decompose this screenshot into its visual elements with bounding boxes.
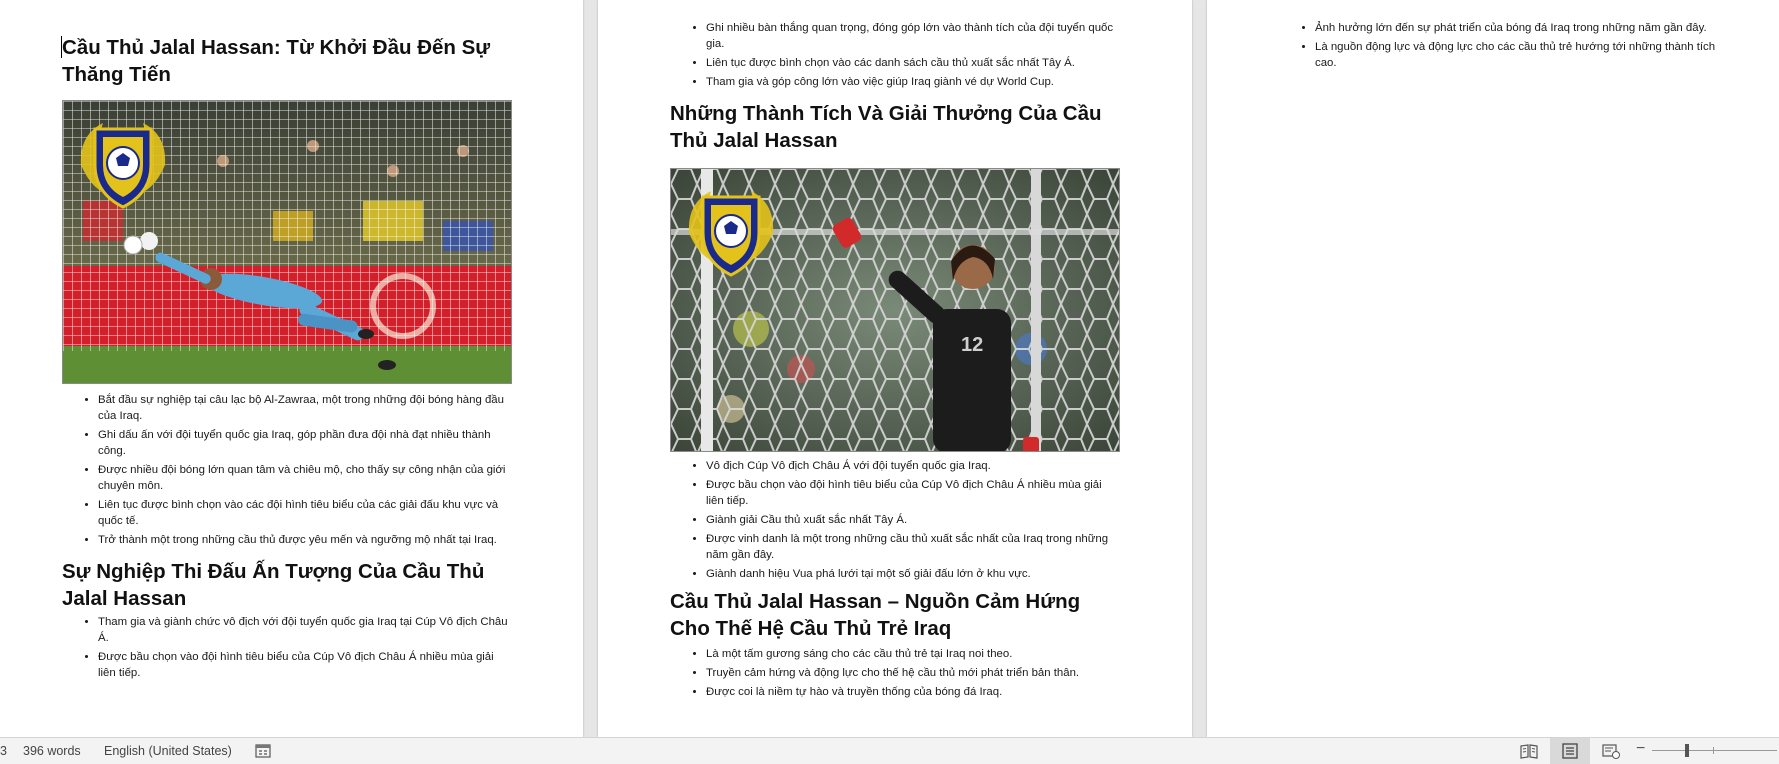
list-item[interactable]: Ảnh hưởng lớn đến sự phát triển của bóng…: [1315, 20, 1719, 36]
list-item[interactable]: Được vinh danh là một trong những cầu th…: [706, 531, 1120, 563]
crest-watermark-icon: [80, 123, 166, 209]
read-mode-icon[interactable]: [1519, 742, 1539, 760]
list-item[interactable]: Vô địch Cúp Vô địch Châu Á với đội tuyển…: [706, 458, 1120, 474]
list-item[interactable]: Được nhiều đội bóng lớn quan tâm và chiê…: [98, 462, 512, 494]
document-page-1[interactable]: Cầu Thủ Jalal Hassan: Từ Khởi Đầu Đến Sự…: [0, 0, 583, 737]
status-bar: 3 396 words English (United States) −: [0, 737, 1779, 764]
document-page-3[interactable]: Ảnh hưởng lớn đến sự phát triển của bóng…: [1207, 0, 1779, 737]
list-item[interactable]: Ghi dấu ấn với đội tuyển quốc gia Iraq, …: [98, 427, 512, 459]
print-layout-button[interactable]: [1550, 738, 1590, 764]
heading-achievements[interactable]: Những Thành Tích Và Giải Thưởng Của Cầu …: [670, 100, 1120, 154]
achievements-list: Vô địch Cúp Vô địch Châu Á với đội tuyển…: [670, 458, 1120, 582]
word-count[interactable]: 396 words: [23, 744, 81, 758]
page-2-content: Ghi nhiều bàn thắng quan trọng, đóng góp…: [670, 20, 1120, 703]
list-item[interactable]: Bắt đầu sự nghiệp tại câu lạc bộ Al-Zawr…: [98, 392, 512, 424]
print-layout-icon: [1562, 743, 1578, 759]
heading-inspiration[interactable]: Cầu Thủ Jalal Hassan – Nguồn Cảm Hứng Ch…: [670, 588, 1120, 642]
zoom-slider-tick: [1713, 747, 1714, 754]
jersey-number: 12: [961, 334, 983, 356]
heading-impressive-career[interactable]: Sự Nghiệp Thi Đấu Ấn Tượng Của Cầu Thủ J…: [62, 558, 512, 612]
page-1-content: Cầu Thủ Jalal Hassan: Từ Khởi Đầu Đến Sự…: [62, 34, 512, 684]
page-indicator[interactable]: 3: [0, 744, 7, 758]
list-item[interactable]: Truyền cảm hứng và động lực cho thế hệ c…: [706, 665, 1120, 681]
crest-watermark-icon: [688, 191, 774, 277]
zoom-slider-thumb[interactable]: [1685, 744, 1689, 757]
inspiration-list: Là một tấm gương sáng cho các cầu thủ tr…: [670, 646, 1120, 700]
list-item[interactable]: Tham gia và giành chức vô địch với đội t…: [98, 614, 512, 646]
web-layout-icon[interactable]: [1601, 742, 1621, 760]
list-item[interactable]: Là nguồn động lực và động lực cho các cầ…: [1315, 39, 1719, 71]
heading-career-start[interactable]: Cầu Thủ Jalal Hassan: Từ Khởi Đầu Đến Sự…: [62, 34, 512, 88]
document-workspace: Cầu Thủ Jalal Hassan: Từ Khởi Đầu Đến Sự…: [0, 0, 1779, 737]
keeper-diving-photo[interactable]: [62, 100, 512, 384]
list-item[interactable]: Ghi nhiều bàn thắng quan trọng, đóng góp…: [706, 20, 1120, 52]
continued-career-list: Ghi nhiều bàn thắng quan trọng, đóng góp…: [670, 20, 1120, 90]
influence-list: Ảnh hưởng lớn đến sự phát triển của bóng…: [1279, 20, 1719, 71]
list-item[interactable]: Là một tấm gương sáng cho các cầu thủ tr…: [706, 646, 1120, 662]
list-item[interactable]: Liên tục được bình chọn vào các đội hình…: [98, 497, 512, 529]
career-start-list: Bắt đầu sự nghiệp tại câu lạc bộ Al-Zawr…: [62, 392, 512, 548]
list-item[interactable]: Được bầu chọn vào đội hình tiêu biểu của…: [706, 477, 1120, 509]
page-3-content: Ảnh hưởng lớn đến sự phát triển của bóng…: [1279, 20, 1719, 74]
language-indicator[interactable]: English (United States): [104, 744, 232, 758]
list-item[interactable]: Được bầu chọn vào đội hình tiêu biểu của…: [98, 649, 512, 681]
list-item[interactable]: Giành danh hiệu Vua phá lưới tại một số …: [706, 566, 1120, 582]
document-page-2[interactable]: Ghi nhiều bàn thắng quan trọng, đóng góp…: [598, 0, 1192, 737]
list-item[interactable]: Giành giải Cầu thủ xuất sắc nhất Tây Á.: [706, 512, 1120, 528]
proofing-icon[interactable]: [254, 742, 272, 760]
list-item[interactable]: Trở thành một trong những cầu thủ được y…: [98, 532, 512, 548]
zoom-slider-track[interactable]: [1652, 750, 1777, 751]
list-item[interactable]: Tham gia và góp công lớn vào việc giúp I…: [706, 74, 1120, 90]
zoom-out-icon[interactable]: −: [1636, 740, 1645, 758]
list-item[interactable]: Được coi là niềm tự hào và truyền thống …: [706, 684, 1120, 700]
impressive-career-list: Tham gia và giành chức vô địch với đội t…: [62, 614, 512, 681]
list-item[interactable]: Liên tục được bình chọn vào các danh sác…: [706, 55, 1120, 71]
keeper-pointing-photo[interactable]: 12: [670, 168, 1120, 452]
